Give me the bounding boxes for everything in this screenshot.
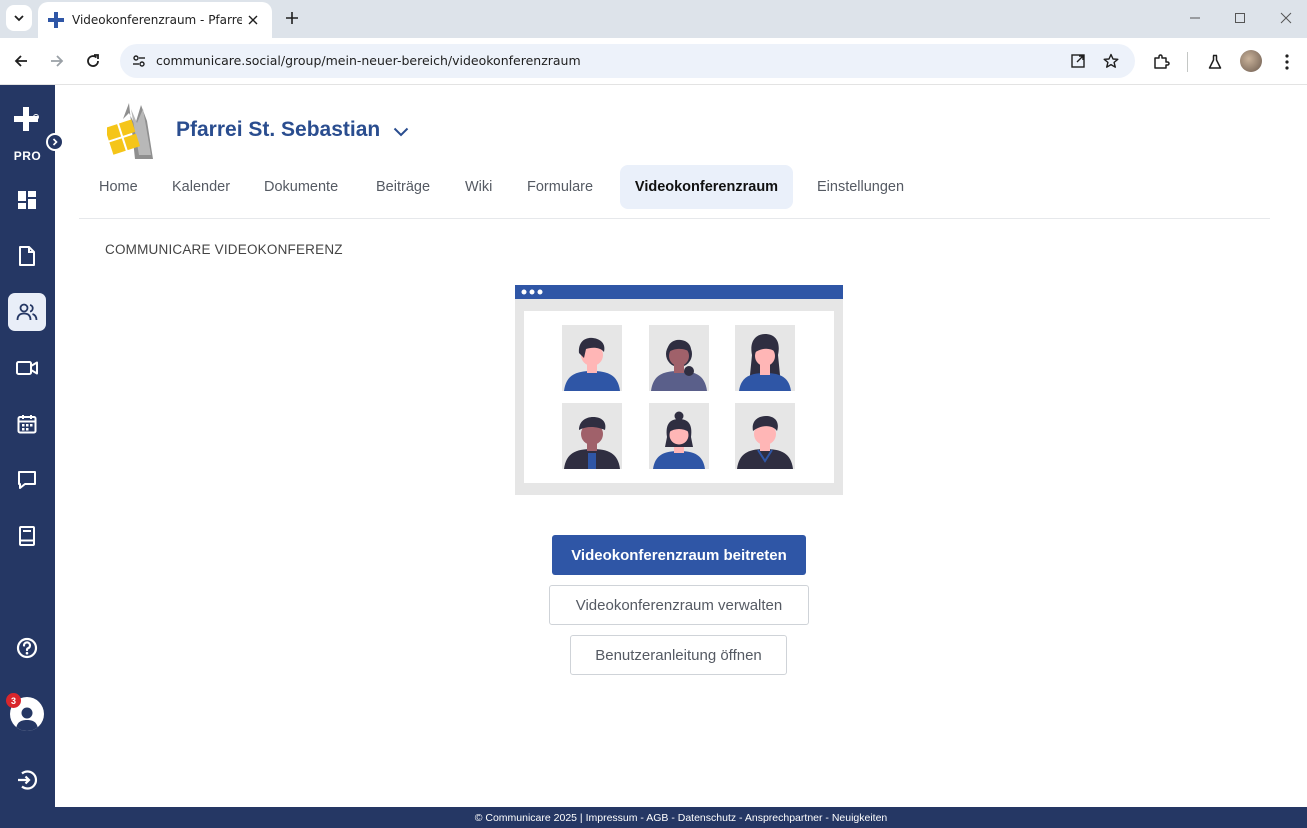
flask-icon [1208,54,1222,69]
book-icon [19,526,35,546]
bookmark-star-icon[interactable] [1101,51,1121,71]
tab-formulare[interactable]: Formulare [515,165,605,209]
plus-icon [286,12,298,24]
tab-kalender[interactable]: Kalender [160,165,242,209]
join-video-room-button[interactable]: Videokonferenzraum beitreten [552,535,806,575]
site-settings-icon[interactable] [130,52,148,70]
browser-tab-active[interactable]: Videokonferenzraum - Pfarrei [38,2,272,38]
video-camera-icon [16,361,38,375]
group-title[interactable]: Pfarrei St. Sebastian [176,118,380,142]
sidebar-item-dashboard[interactable] [8,181,46,219]
maximize-icon [1235,13,1245,23]
communicare-favicon-icon [48,12,64,28]
maximize-window-button[interactable] [1225,6,1255,30]
group-switcher-button[interactable] [391,122,411,142]
sidebar-item-documents[interactable] [8,237,46,275]
kebab-menu-icon [1285,54,1289,70]
open-in-app-icon[interactable] [1068,51,1088,71]
labs-button[interactable] [1204,51,1226,73]
chevron-down-icon [393,127,409,137]
users-icon [16,303,38,321]
sidebar-item-calendar[interactable] [8,405,46,443]
sidebar-item-handbook[interactable] [8,517,46,555]
app-sidebar: PRO 3 [0,85,64,828]
calendar-icon [17,415,37,434]
open-user-guide-button[interactable]: Benutzeranleitung öffnen [570,635,787,675]
logout-icon [18,770,38,790]
sidebar-item-groups[interactable] [8,293,46,331]
nav-divider [79,218,1270,219]
tab-wiki[interactable]: Wiki [453,165,504,209]
tab-einstellungen[interactable]: Einstellungen [805,165,916,209]
forward-button[interactable] [43,47,71,75]
browser-toolbar: communicare.social/group/mein-neuer-bere… [0,38,1307,85]
sidebar-item-logout[interactable] [8,761,46,799]
document-icon [19,246,35,266]
tab-beitraege[interactable]: Beiträge [364,165,442,209]
user-icon [16,707,38,731]
new-tab-button[interactable] [280,6,304,30]
tab-dokumente[interactable]: Dokumente [252,165,350,209]
help-circle-icon [16,637,38,659]
reload-icon [87,54,99,67]
chevron-right-icon [52,138,58,146]
close-window-button[interactable] [1271,6,1301,30]
section-label: COMMUNICARE VIDEOKONFERENZ [105,242,343,257]
arrow-right-icon [51,55,64,67]
footer: © Communicare 2025 | Impressum - AGB - D… [55,807,1307,828]
address-url: communicare.social/group/mein-neuer-bere… [156,53,581,68]
sidebar-item-messages[interactable] [8,461,46,499]
dashboard-icon [18,191,36,209]
notification-badge: 3 [6,693,21,708]
main-content: Pfarrei St. Sebastian Home Kalender Doku… [55,85,1307,807]
tab-search-button[interactable] [6,5,32,31]
arrow-left-icon [14,55,27,67]
close-icon [1280,12,1292,24]
browser-tabstrip: Videokonferenzraum - Pfarrei [0,0,1307,38]
sidebar-collapse-button[interactable] [46,133,64,151]
footer-links[interactable]: © Communicare 2025 | Impressum - AGB - D… [475,812,888,824]
reload-button[interactable] [79,47,107,75]
close-tab-icon[interactable] [244,11,262,29]
chevron-down-icon [14,15,24,22]
sidebar-item-video[interactable] [8,349,46,387]
browser-profile-avatar[interactable] [1240,50,1262,72]
browser-menu-button[interactable] [1276,51,1298,73]
registered-mark-icon [33,114,39,120]
puzzle-icon [1154,54,1170,69]
tab-home[interactable]: Home [87,165,150,209]
video-conference-illustration [515,285,843,495]
chat-bubble-icon [18,471,36,489]
manage-video-room-button[interactable]: Videokonferenzraum verwalten [549,585,809,625]
address-bar[interactable]: communicare.social/group/mein-neuer-bere… [120,44,1135,78]
sidebar-item-help[interactable] [8,629,46,667]
group-logo [107,103,153,159]
minimize-icon [1190,17,1200,19]
extensions-button[interactable] [1150,51,1172,73]
browser-tab-title: Videokonferenzraum - Pfarrei [72,13,242,27]
tab-videokonferenzraum[interactable]: Videokonferenzraum [620,165,793,209]
toolbar-separator [1187,52,1188,72]
back-button[interactable] [7,47,35,75]
minimize-window-button[interactable] [1180,6,1210,30]
pro-label: PRO [13,149,42,163]
